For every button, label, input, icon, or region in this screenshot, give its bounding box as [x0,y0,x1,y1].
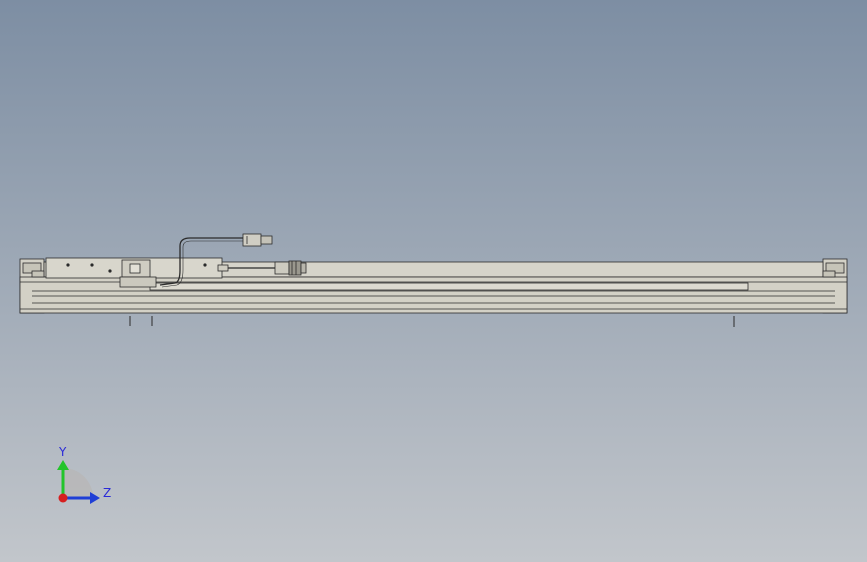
sensor-base [119,276,157,288]
motor-connector-nut [288,260,302,276]
left-stopper [31,270,45,278]
motor-connector-cap [300,262,307,274]
x-axis-dot [58,493,68,503]
right-stopper [822,270,836,278]
upper-connector-tip [260,235,273,245]
bolt-hole [203,263,207,267]
upper-connector-body[interactable] [242,233,262,247]
bolt-hole [66,263,70,267]
bolt-hole [90,263,94,267]
motor-connector-body[interactable] [274,261,290,275]
bolt-hole [108,269,112,273]
sensor-bracket-window [129,263,141,274]
inner-guide [149,282,749,291]
z-axis-label: Z [103,486,111,500]
y-axis-label: Y [58,445,67,459]
graphics-viewport[interactable]: Y Z [0,0,867,562]
model-view-canvas[interactable]: Y Z [0,0,867,562]
cable-clamp [217,264,229,272]
